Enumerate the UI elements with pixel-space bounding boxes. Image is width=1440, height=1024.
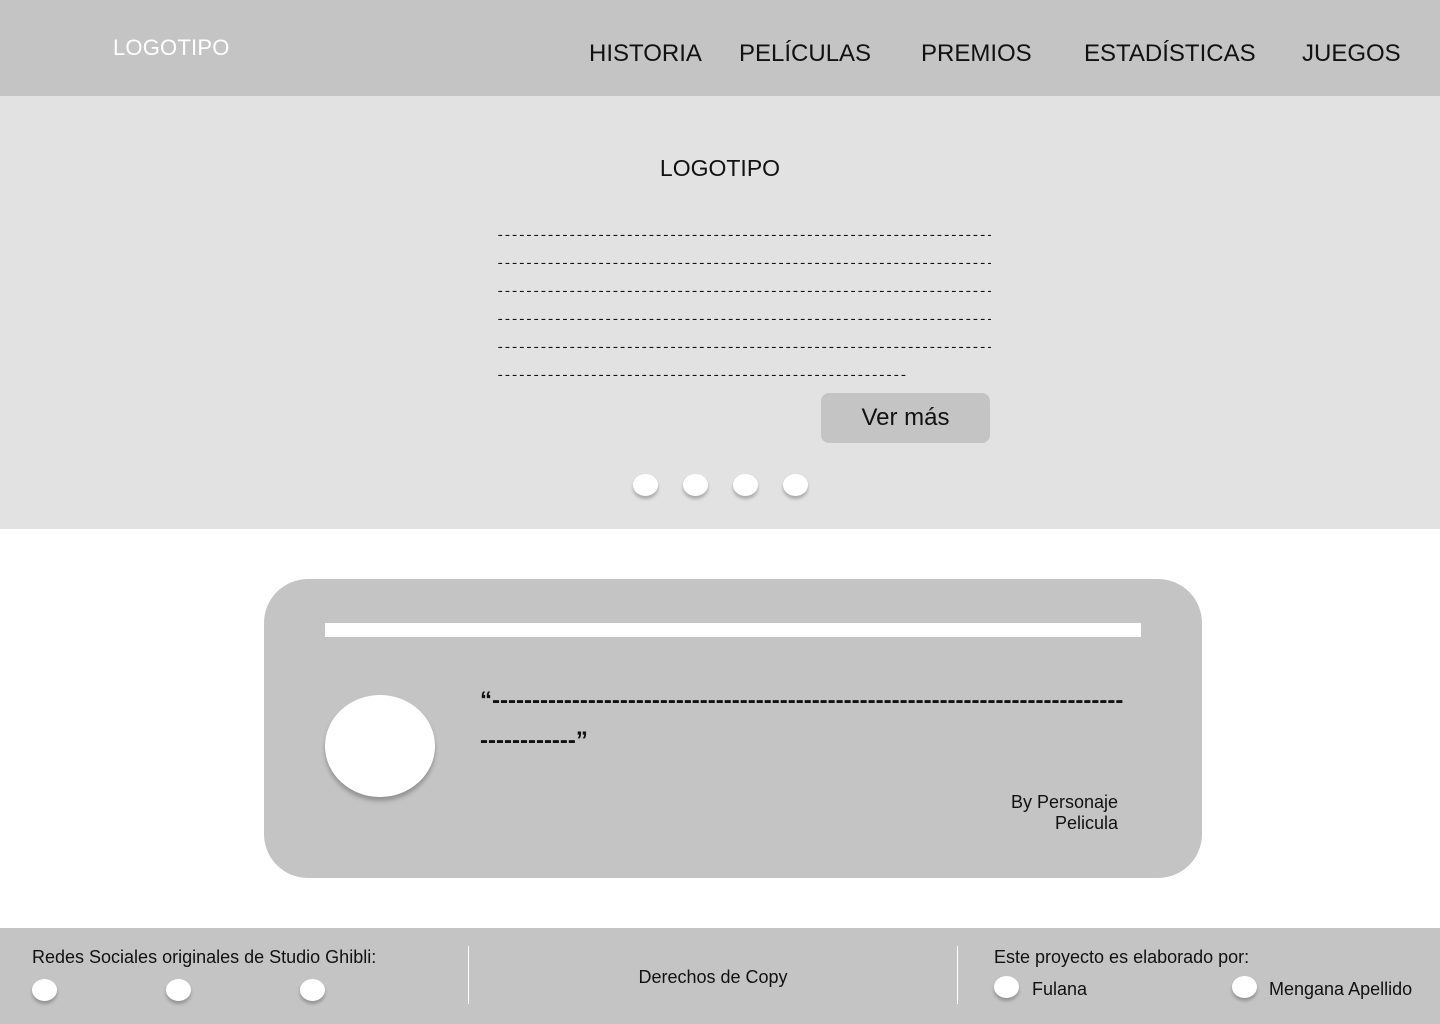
- testimonial-quote: “---------------------------------------…: [480, 687, 1124, 754]
- testimonial-author: By Personaje: [1010, 792, 1118, 812]
- nav-item-historia[interactable]: HISTORIA: [589, 40, 702, 68]
- carousel-dot[interactable]: [733, 474, 758, 496]
- hero-description: ----------------------------------------…: [496, 222, 991, 382]
- hero-carousel: LOGOTIPO -------------------------------…: [0, 96, 1440, 529]
- header-logo[interactable]: LOGOTIPO: [113, 35, 230, 61]
- nav-item-premios[interactable]: PREMIOS: [921, 40, 1032, 68]
- hero-text-line: ----------------------------------------…: [496, 284, 991, 300]
- social-title: Redes Sociales originales de Studio Ghib…: [32, 947, 377, 967]
- social-link-icon[interactable]: [32, 979, 57, 1001]
- social-link-icon[interactable]: [166, 979, 191, 1001]
- hero-logo: LOGOTIPO: [659, 155, 781, 181]
- testimonial-card: “---------------------------------------…: [264, 579, 1202, 878]
- author-avatar-icon[interactable]: [1232, 976, 1257, 998]
- testimonial-byline: By Personaje Pelicula: [1011, 792, 1118, 834]
- author-name[interactable]: Fulana: [1032, 979, 1087, 1000]
- card-title-bar: [325, 623, 1141, 637]
- hero-text-line: ----------------------------------------…: [496, 340, 991, 356]
- nav-item-estadisticas[interactable]: ESTADÍSTICAS: [1084, 40, 1256, 68]
- carousel-dot[interactable]: [633, 474, 658, 496]
- footer-divider: [468, 946, 469, 1004]
- copyright-text: Derechos de Copy: [638, 967, 788, 987]
- testimonial-source: Pelicula: [1054, 813, 1118, 833]
- carousel-dot[interactable]: [683, 474, 708, 496]
- top-header: LOGOTIPO HISTORIA PELÍCULAS PREMIOS ESTA…: [0, 0, 1440, 96]
- ver-mas-button[interactable]: Ver más: [821, 393, 990, 443]
- footer-divider: [957, 946, 958, 1004]
- author-avatar-icon[interactable]: [994, 976, 1019, 998]
- hero-text-line: ----------------------------------------…: [496, 256, 991, 272]
- nav-item-peliculas[interactable]: PELÍCULAS: [739, 40, 871, 68]
- author-name[interactable]: Mengana Apellido: [1269, 979, 1412, 1000]
- hero-text-line: ----------------------------------------…: [496, 312, 991, 328]
- footer: Redes Sociales originales de Studio Ghib…: [0, 928, 1440, 1024]
- nav-item-juegos[interactable]: JUEGOS: [1302, 40, 1401, 68]
- character-avatar: [325, 695, 435, 797]
- credits-title: Este proyecto es elaborado por:: [994, 947, 1250, 967]
- social-link-icon[interactable]: [300, 979, 325, 1001]
- carousel-dot[interactable]: [783, 474, 808, 496]
- hero-text-line: ----------------------------------------…: [496, 368, 908, 382]
- hero-text-line: ----------------------------------------…: [496, 228, 991, 244]
